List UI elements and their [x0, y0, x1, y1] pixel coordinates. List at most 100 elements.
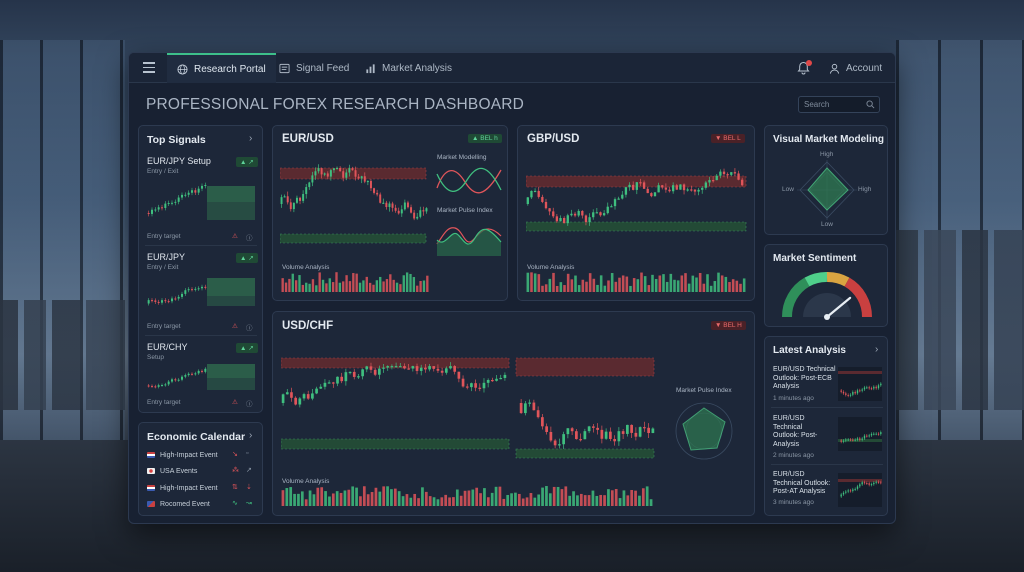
candle-body: [708, 180, 711, 183]
divider: [145, 335, 257, 336]
alert-icon[interactable]: ⚠: [232, 398, 238, 406]
candle-body: [866, 387, 868, 389]
candle-body: [302, 194, 305, 201]
candle-body: [348, 371, 352, 374]
chevron-right-icon[interactable]: ›: [875, 344, 878, 355]
candle-body: [671, 185, 675, 192]
calendar-row[interactable]: USA Events: [147, 464, 257, 478]
candle-body: [861, 438, 863, 440]
candle-body: [613, 438, 616, 442]
candle-body: [604, 431, 608, 439]
candle-body: [638, 427, 642, 437]
candle-body: [587, 426, 591, 432]
signal-footer: Entry target: [147, 323, 181, 330]
candle-body: [428, 366, 431, 370]
alert-icon[interactable]: ⚠: [232, 322, 238, 330]
candle-body: [628, 184, 631, 188]
calendar-label: USA Events: [160, 467, 198, 475]
tab-research-portal[interactable]: Research Portal: [167, 53, 276, 83]
candle-body: [201, 185, 203, 189]
volume-bar: [521, 498, 525, 506]
volume-bar: [673, 279, 676, 292]
volume-bar: [366, 494, 370, 506]
candle-body: [549, 431, 553, 441]
candle-body: [856, 486, 859, 489]
candle-body: [849, 394, 852, 396]
candle-body: [621, 431, 625, 434]
signal-mini-chart: [147, 182, 255, 220]
calendar-row[interactable]: High-Impact Event: [147, 481, 257, 495]
candle-body: [365, 366, 369, 370]
top-navigation-bar: Research Portal Signal Feed Market Analy…: [129, 53, 895, 83]
candle-body: [849, 490, 852, 492]
candle-body: [154, 386, 157, 388]
chevron-right-icon[interactable]: ›: [249, 430, 252, 441]
user-icon: [829, 63, 840, 74]
volume-bar: [630, 489, 634, 506]
tab-signal-feed[interactable]: Signal Feed: [269, 53, 359, 83]
candle-body: [191, 190, 193, 193]
volume-bar: [338, 282, 342, 292]
candle-body: [348, 168, 351, 173]
candle-body: [530, 190, 533, 198]
trend-down-icon: ↘: [232, 451, 238, 458]
volume-label: Volume Analysis: [527, 264, 575, 271]
candle-body: [868, 387, 870, 389]
calendar-row[interactable]: High-Impact Event: [147, 448, 257, 462]
candle-body: [285, 392, 289, 395]
candle-body: [319, 386, 323, 389]
account-button[interactable]: Account: [829, 53, 882, 83]
volume-bar: [426, 275, 429, 292]
candle-body: [197, 370, 200, 374]
volume-bar: [603, 285, 607, 292]
candle-body: [329, 170, 332, 177]
chevron-right-icon[interactable]: ›: [249, 133, 252, 144]
volume-bar: [559, 282, 563, 292]
globe-icon: [177, 63, 188, 75]
info-icon[interactable]: ⓘ: [246, 322, 253, 332]
candle-body: [449, 366, 452, 369]
candle-body: [873, 433, 875, 435]
volume-bar: [308, 490, 312, 506]
candle-body: [847, 439, 849, 441]
volume-bar: [494, 486, 498, 506]
volume-bar: [647, 285, 651, 292]
volume-bar: [358, 282, 362, 292]
volume-bar: [351, 486, 355, 506]
info-icon[interactable]: ⓘ: [246, 232, 253, 242]
volume-bar: [544, 284, 548, 292]
volume-bar: [607, 280, 610, 292]
calendar-row[interactable]: Rocomed Event: [147, 497, 257, 511]
candle-body: [482, 382, 486, 389]
candle-body: [369, 180, 372, 189]
volume-bars: [526, 272, 746, 292]
candle-body: [323, 382, 327, 387]
candle-body: [184, 194, 187, 196]
tab-market-analysis[interactable]: Market Analysis: [355, 53, 462, 83]
info-icon[interactable]: ⓘ: [246, 398, 253, 408]
volume-bar: [541, 285, 544, 292]
volume-bar: [579, 493, 583, 506]
candle-body: [690, 189, 693, 191]
menu-icon[interactable]: [143, 62, 155, 74]
candle-body: [154, 300, 157, 302]
candle-body: [840, 440, 842, 442]
candle-body: [290, 392, 293, 398]
signal-sub: Setup: [147, 354, 164, 361]
candle-body: [575, 431, 578, 440]
candle-body: [177, 379, 180, 381]
search-input[interactable]: Search: [798, 96, 880, 113]
alert-icon[interactable]: ⚠: [232, 232, 238, 240]
volume-bar: [463, 490, 467, 506]
candle-body: [617, 198, 620, 200]
candle-body: [339, 168, 342, 172]
candle-body: [340, 376, 344, 382]
us-flag-icon: [147, 452, 155, 458]
candle-body: [298, 398, 302, 405]
volume-bar: [603, 495, 606, 506]
candle-body: [545, 426, 548, 432]
signal-sub: Entry / Exit: [147, 264, 179, 271]
volume-bar: [432, 497, 436, 506]
candle-body: [174, 379, 177, 381]
volume-bar: [293, 493, 296, 506]
